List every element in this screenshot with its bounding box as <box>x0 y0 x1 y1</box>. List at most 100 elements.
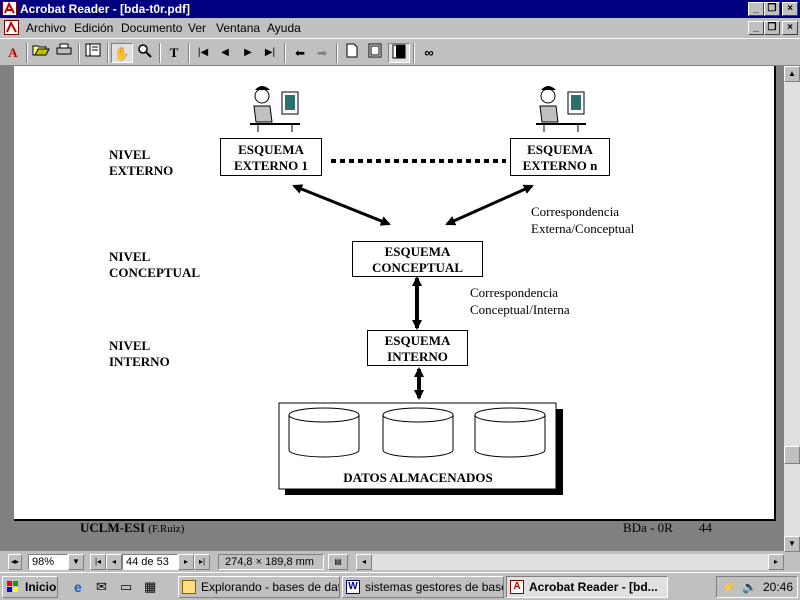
prev-page-icon[interactable]: ◀ <box>214 43 236 63</box>
zoom-dropdown-button[interactable]: ▼ <box>68 554 84 570</box>
split-handle[interactable]: ◂▸ <box>8 554 22 570</box>
toolbar-separator <box>284 43 286 63</box>
text-select-icon[interactable]: T <box>163 43 185 63</box>
toolbar-separator <box>336 43 338 63</box>
zoom-tool-icon[interactable] <box>134 43 156 63</box>
go-forward-icon[interactable]: ➡ <box>311 43 333 63</box>
page-size-field: 274,8 × 189,8 mm <box>218 554 324 570</box>
zoom-field[interactable]: 98% <box>28 554 68 570</box>
diagram-canvas <box>250 86 586 495</box>
footer-author: (F.Ruiz) <box>148 523 185 535</box>
folder-icon <box>182 580 196 594</box>
document-view[interactable]: NIVEL EXTERNO NIVEL CONCEPTUAL NIVEL INT… <box>0 66 784 551</box>
app-icon[interactable] <box>2 1 17 16</box>
go-back-icon[interactable]: ⬅ <box>289 43 311 63</box>
storage-label: DATOS ALMACENADOS <box>343 470 493 485</box>
footer-page-number: 44 <box>699 520 712 535</box>
document-icon[interactable] <box>4 20 19 35</box>
last-page-button[interactable]: ▸| <box>194 554 210 570</box>
clock[interactable]: 20:46 <box>763 577 793 597</box>
toolbar-separator <box>26 43 28 63</box>
status-bar: ◂▸ 98% ▼ |◂ ◂ 44 de 53 ▸ ▸| 274,8 × 189,… <box>0 552 800 572</box>
start-button[interactable]: Inicio <box>2 576 58 598</box>
footer-code: BDa - 0R <box>623 520 673 535</box>
task-explorer[interactable]: Explorando - bases de datos <box>178 576 340 598</box>
scroll-thumb[interactable] <box>784 446 800 464</box>
fit-page-icon[interactable] <box>364 43 386 63</box>
open-icon[interactable] <box>30 43 52 63</box>
title-bar: Acrobat Reader - [bda-t0r.pdf] _ ❐ × <box>0 0 800 18</box>
window-title: Acrobat Reader - [bda-t0r.pdf] <box>20 2 191 16</box>
close-button[interactable]: × <box>782 2 798 16</box>
correspondence-conc-int: Correspondencia Conceptual/Interna <box>470 285 570 317</box>
task-explorer-label: Explorando - bases de datos <box>201 580 340 594</box>
show-desktop-icon[interactable]: ▭ <box>120 579 132 595</box>
scroll-down-button[interactable]: ▼ <box>784 536 800 552</box>
schema-external-n: ESQUEMA EXTERNO n <box>510 138 610 176</box>
doc-restore-button[interactable]: ❐ <box>764 21 780 35</box>
quick-launch: e ✉ ▭ ▦ <box>72 577 168 597</box>
toolbar: A ✋ T |◀ ◀ ▶ ▶| ⬅ ➡ ∞ <box>0 38 800 66</box>
toolbar-separator <box>188 43 190 63</box>
hand-tool-icon[interactable]: ✋ <box>111 43 133 63</box>
schema-internal: ESQUEMA INTERNO <box>367 330 468 366</box>
outlook-express-icon[interactable]: ✉ <box>96 579 107 595</box>
task-word-label: sistemas gestores de base... <box>365 580 504 594</box>
find-icon[interactable]: ∞ <box>418 43 440 63</box>
tray-network-icon[interactable]: ⚡ <box>721 577 739 597</box>
next-page-icon[interactable]: ▶ <box>237 43 259 63</box>
prev-page-button[interactable]: ◂ <box>106 554 122 570</box>
menu-documento[interactable]: Documento <box>121 21 182 35</box>
menu-ayuda[interactable]: Ayuda <box>267 21 301 35</box>
toolbar-separator <box>159 43 161 63</box>
level-external-label: NIVEL EXTERNO <box>109 147 174 178</box>
fit-width-icon[interactable] <box>388 43 410 63</box>
menu-ventana[interactable]: Ventana <box>216 21 260 35</box>
user-figure-right <box>536 86 586 132</box>
user-figure-left <box>250 86 300 132</box>
toolbar-separator <box>107 43 109 63</box>
level-conceptual-label: NIVEL CONCEPTUAL <box>109 249 201 280</box>
thumbnails-icon[interactable] <box>82 43 104 63</box>
vertical-scrollbar[interactable]: ▲ ▼ <box>784 66 800 552</box>
task-acrobat[interactable]: A Acrobat Reader - [bd... <box>506 576 668 598</box>
print-icon[interactable] <box>53 43 75 63</box>
scroll-left-button[interactable]: ◂ <box>356 554 372 570</box>
level-internal-label: NIVEL INTERNO <box>109 338 170 369</box>
horizontal-scrollbar[interactable]: ◂ ▸ <box>356 554 784 570</box>
first-page-button[interactable]: |◂ <box>90 554 106 570</box>
start-label: Inicio <box>25 580 57 594</box>
menu-bar: Archivo Edición Documento Ver Ventana Ay… <box>0 18 800 38</box>
disk-cylinder <box>474 407 546 458</box>
correspondence-ext-conc: Correspondencia Externa/Conceptual <box>531 204 635 236</box>
next-page-button[interactable]: ▸ <box>178 554 194 570</box>
last-page-icon[interactable]: ▶| <box>259 43 281 63</box>
minimize-button[interactable]: _ <box>748 2 764 16</box>
system-tray: ⚡ 🔈 20:46 <box>716 576 798 598</box>
scroll-up-button[interactable]: ▲ <box>784 66 800 82</box>
menu-archivo[interactable]: Archivo <box>26 21 66 35</box>
restore-button[interactable]: ❐ <box>764 2 780 16</box>
toolbar-separator <box>413 43 415 63</box>
doc-close-button[interactable]: × <box>782 21 798 35</box>
toolbar-separator <box>78 43 80 63</box>
arrow-extn-conceptual <box>445 184 534 226</box>
menu-ver[interactable]: Ver <box>188 21 206 35</box>
footer-institution-name: UCLM-ESI <box>80 520 146 535</box>
acrobat-icon: A <box>510 580 524 594</box>
taskbar: Inicio e ✉ ▭ ▦ Explorando - bases de dat… <box>0 572 800 600</box>
task-acrobat-label: Acrobat Reader - [bd... <box>529 580 658 594</box>
channels-icon[interactable]: ▦ <box>144 579 156 595</box>
page-layout-button[interactable]: ▤ <box>328 554 348 570</box>
footer-institution: UCLM-ESI (F.Ruiz) <box>80 519 184 538</box>
tray-volume-icon[interactable]: 🔈 <box>742 577 760 597</box>
doc-minimize-button[interactable]: _ <box>748 21 764 35</box>
actual-size-icon[interactable] <box>341 43 363 63</box>
page-number-field[interactable]: 44 de 53 <box>122 554 178 570</box>
task-word[interactable]: W sistemas gestores de base... <box>342 576 504 598</box>
internet-explorer-icon[interactable]: e <box>74 579 82 595</box>
first-page-icon[interactable]: |◀ <box>192 43 214 63</box>
menu-edicion[interactable]: Edición <box>74 21 113 35</box>
scroll-right-button[interactable]: ▸ <box>768 554 784 570</box>
pdf-page: NIVEL EXTERNO NIVEL CONCEPTUAL NIVEL INT… <box>14 66 776 535</box>
